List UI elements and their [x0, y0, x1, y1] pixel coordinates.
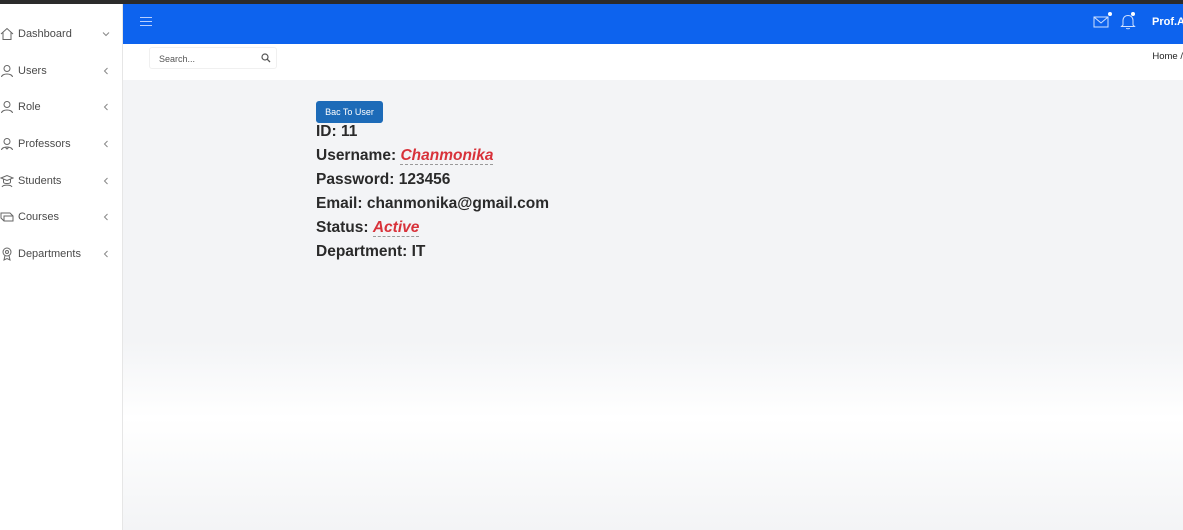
courses-icon — [0, 212, 14, 222]
sidebar-item-dashboard[interactable]: Dashboard — [0, 21, 123, 49]
user-id-label: ID: — [316, 123, 337, 140]
sidebar-item-students[interactable]: Students — [0, 168, 123, 196]
sub-header: Home / — [123, 44, 1183, 80]
sidebar-item-departments[interactable]: Departments — [0, 241, 123, 269]
sidebar-item-label: Departments — [18, 248, 81, 260]
chevron-left-icon — [103, 67, 108, 75]
status-row: Status: Active — [316, 219, 420, 237]
students-icon — [0, 174, 14, 188]
email-row: Email: chanmonika@gmail.com — [316, 195, 549, 213]
search-icon[interactable] — [261, 53, 271, 63]
sidebar-item-courses[interactable]: Courses — [0, 204, 123, 232]
chevron-left-icon — [103, 177, 108, 185]
main-content: Bac To User ID: 11 Username: Chanmonika … — [123, 80, 1183, 530]
password-label: Password: — [316, 171, 395, 188]
sidebar-item-users[interactable]: Users — [0, 58, 123, 86]
top-header: Prof.A — [123, 4, 1183, 44]
chevron-down-icon — [102, 32, 110, 37]
chevron-left-icon — [103, 103, 108, 111]
user-id-value: 11 — [340, 123, 358, 140]
chevron-left-icon — [103, 250, 108, 258]
sidebar-item-label: Students — [18, 175, 62, 187]
mail-notification-dot — [1108, 12, 1112, 16]
hamburger-menu-icon[interactable] — [140, 17, 152, 27]
password-row: Password: 123456 — [316, 171, 450, 189]
bell-notification-dot — [1131, 12, 1135, 16]
chevron-left-icon — [103, 213, 108, 221]
back-to-user-button[interactable]: Bac To User — [316, 101, 383, 123]
sidebar-item-label: Dashboard — [18, 28, 72, 40]
search-box — [149, 47, 277, 69]
search-input[interactable] — [159, 52, 254, 66]
username-row: Username: Chanmonika — [316, 147, 494, 165]
departments-icon — [2, 247, 12, 261]
username-value: Chanmonika — [400, 147, 494, 165]
sidebar-item-label: Users — [18, 65, 47, 77]
department-value: IT — [411, 243, 426, 260]
sidebar-item-label: Professors — [18, 138, 71, 150]
sidebar-item-role[interactable]: Role — [0, 94, 123, 122]
sidebar: Dashboard Users Role Professors Students… — [0, 4, 123, 530]
department-row: Department: IT — [316, 243, 425, 261]
home-icon — [0, 27, 14, 40]
profile-name[interactable]: Prof.A — [1152, 16, 1183, 28]
users-icon — [1, 65, 13, 78]
department-label: Department: — [316, 243, 408, 260]
mail-icon[interactable] — [1093, 15, 1109, 29]
username-label: Username: — [316, 147, 397, 164]
breadcrumb[interactable]: Home / — [1152, 51, 1183, 62]
status-label: Status: — [316, 219, 369, 236]
email-label: Email: — [316, 195, 363, 212]
chevron-left-icon — [103, 140, 108, 148]
professor-icon — [1, 138, 13, 151]
user-id-row: ID: 11 — [316, 123, 357, 141]
sidebar-item-professors[interactable]: Professors — [0, 131, 123, 159]
email-value: chanmonika@gmail.com — [366, 195, 550, 212]
status-value: Active — [372, 219, 420, 237]
password-value: 123456 — [398, 171, 451, 188]
sidebar-item-label: Role — [18, 101, 41, 113]
role-icon — [1, 101, 13, 114]
sidebar-item-label: Courses — [18, 211, 59, 223]
